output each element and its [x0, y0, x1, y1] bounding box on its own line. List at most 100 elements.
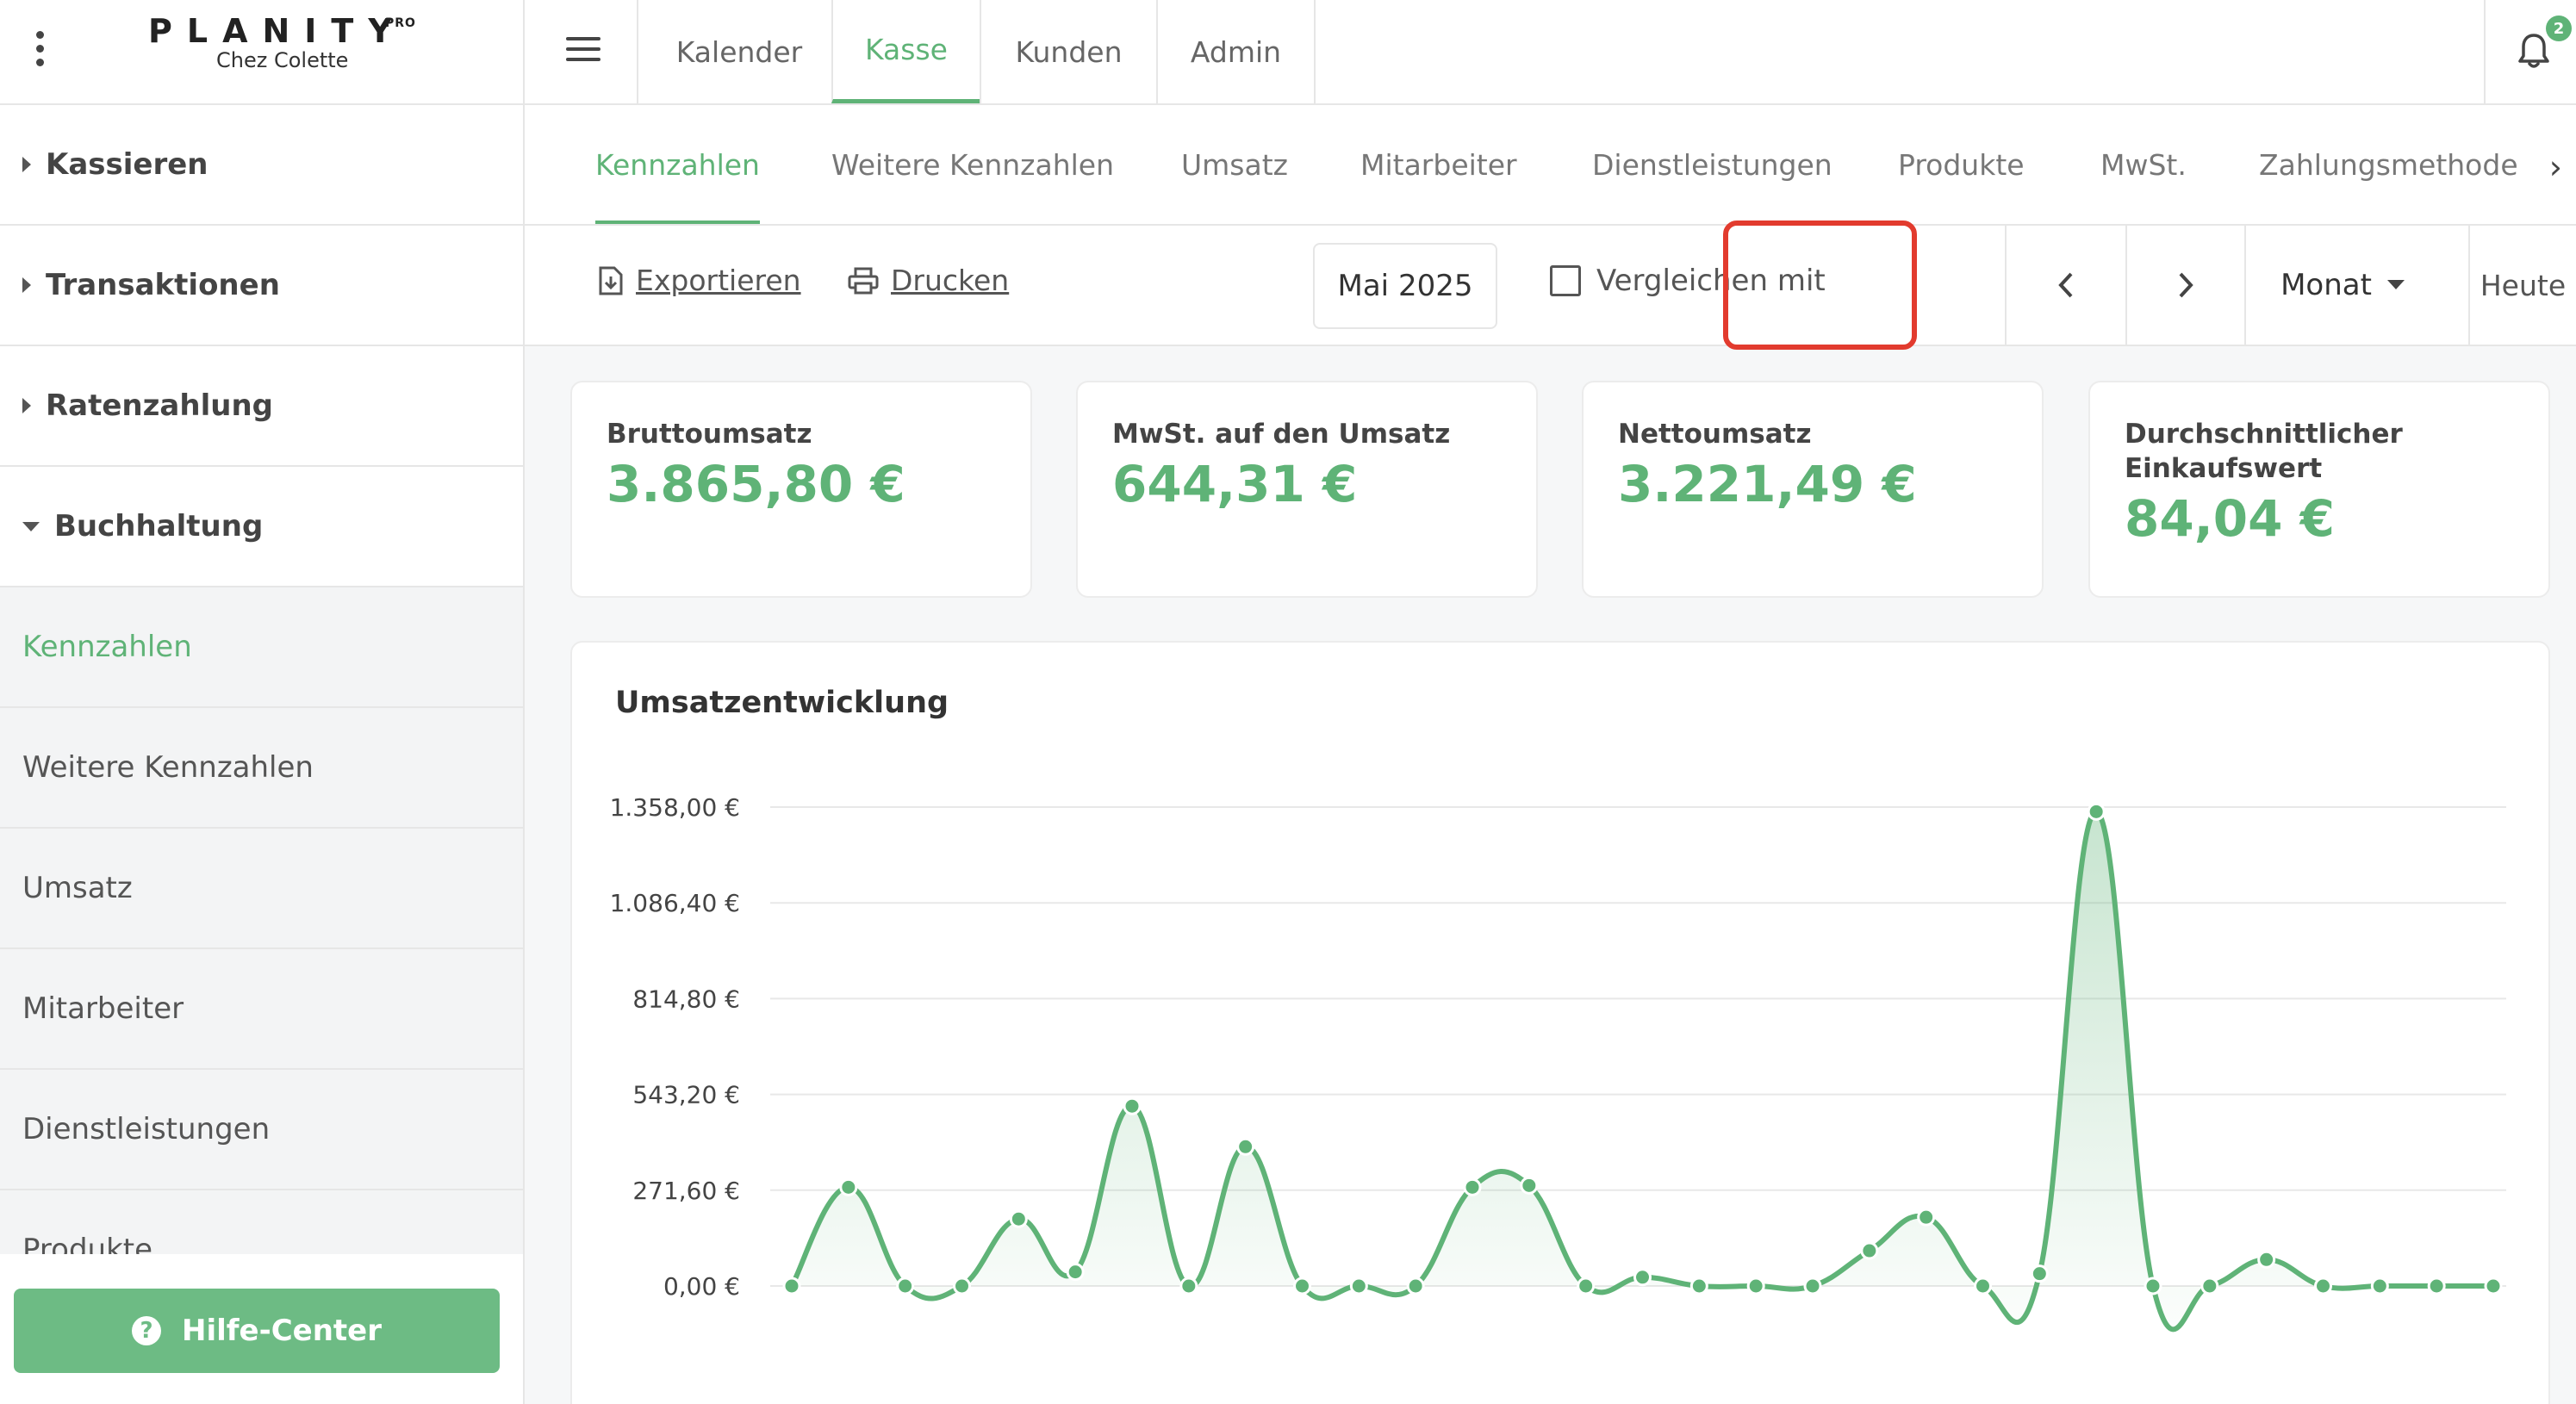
data-point[interactable] — [2257, 1250, 2276, 1269]
kpi-card-average-basket: Durchschnittlicher Einkaufswert 84,04 € — [2088, 381, 2550, 598]
sidebar-group-buchhaltung[interactable]: Buchhaltung — [0, 467, 523, 587]
data-point[interactable] — [1633, 1268, 1652, 1287]
data-point[interactable] — [1236, 1137, 1255, 1156]
data-point[interactable] — [1917, 1208, 1936, 1227]
data-point[interactable] — [1746, 1277, 1765, 1295]
tab-kalender[interactable]: Kalender — [637, 0, 840, 103]
kpi-value: 84,04 € — [2125, 489, 2336, 548]
sidebar-group-transaktionen[interactable]: Transaktionen — [0, 226, 523, 346]
data-point[interactable] — [1349, 1277, 1368, 1295]
data-point[interactable] — [2087, 802, 2106, 821]
data-point[interactable] — [2370, 1277, 2389, 1295]
data-point[interactable] — [1293, 1277, 1311, 1295]
print-button[interactable]: Drucken — [848, 264, 1009, 297]
notification-badge: 2 — [2546, 16, 2572, 41]
period-select[interactable]: Monat — [2245, 226, 2440, 345]
y-tick-label: 543,20 € — [632, 1081, 740, 1109]
print-label: Drucken — [891, 264, 1010, 297]
caret-down-icon — [22, 521, 40, 531]
sidebar-group-label: Transaktionen — [46, 268, 280, 302]
data-point[interactable] — [1406, 1277, 1425, 1295]
data-point[interactable] — [782, 1277, 801, 1295]
more-options-icon[interactable] — [31, 31, 48, 72]
data-point[interactable] — [2484, 1277, 2503, 1295]
menu-icon[interactable] — [566, 37, 600, 63]
chevron-right-icon — [2179, 272, 2193, 298]
data-point[interactable] — [839, 1177, 858, 1196]
kpi-card-vat: MwSt. auf den Umsatz 644,31 € — [1076, 381, 1538, 598]
export-label: Exportieren — [636, 264, 801, 297]
salon-name: Chez Colette — [216, 48, 349, 72]
data-point[interactable] — [1123, 1096, 1142, 1115]
brand-header: PLANITY PRO Chez Colette — [0, 0, 523, 105]
tab-dienstleistungen[interactable]: Dienstleistungen — [1592, 105, 1832, 224]
sidebar-item-umsatz[interactable]: Umsatz — [0, 829, 523, 949]
caret-down-icon — [2386, 280, 2405, 289]
tab-kunden[interactable]: Kunden — [980, 0, 1156, 103]
data-point[interactable] — [1803, 1277, 1822, 1295]
help-area: ? Hilfe-Center — [0, 1254, 523, 1404]
data-point[interactable] — [896, 1277, 915, 1295]
revenue-chart-card: Umsatzentwicklung 0,00 €271,60 €543,20 €… — [570, 641, 2550, 1404]
tab-mwst[interactable]: MwSt. — [2100, 105, 2187, 224]
tab-admin[interactable]: Admin — [1156, 0, 1316, 103]
data-point[interactable] — [1860, 1241, 1879, 1260]
data-point[interactable] — [1066, 1263, 1085, 1282]
sidebar-group-ratenzahlung[interactable]: Ratenzahlung — [0, 346, 523, 467]
period-label: Monat — [2280, 268, 2372, 302]
data-point[interactable] — [2314, 1277, 2332, 1295]
toolbar: Exportieren Drucken Mai 2025 Vergleichen… — [525, 226, 2576, 346]
data-point[interactable] — [953, 1277, 971, 1295]
y-tick-label: 814,80 € — [632, 985, 740, 1013]
data-point[interactable] — [2200, 1277, 2219, 1295]
chevron-right-icon[interactable]: › — [2549, 148, 2562, 186]
date-picker[interactable]: Mai 2025 — [1313, 243, 1497, 329]
tab-produkte[interactable]: Produkte — [1898, 105, 2025, 224]
sidebar-group-kassieren[interactable]: Kassieren — [0, 105, 523, 226]
compare-toggle[interactable]: Vergleichen mit — [1550, 264, 1826, 298]
sidebar: PLANITY PRO Chez Colette Kassieren Trans… — [0, 0, 525, 1404]
today-button[interactable]: Heute — [2468, 226, 2576, 345]
kpi-value: 3.221,49 € — [1618, 455, 1917, 513]
sidebar-item-weitere-kennzahlen[interactable]: Weitere Kennzahlen — [0, 708, 523, 829]
y-tick-label: 271,60 € — [632, 1177, 740, 1205]
data-point[interactable] — [2030, 1264, 2049, 1283]
kpi-label: Bruttoumsatz — [607, 419, 812, 450]
question-icon: ? — [131, 1316, 161, 1345]
tab-umsatz[interactable]: Umsatz — [1181, 105, 1288, 224]
export-button[interactable]: Exportieren — [598, 264, 801, 297]
data-point[interactable] — [1009, 1209, 1028, 1228]
caret-right-icon — [22, 157, 31, 172]
sidebar-item-mitarbeiter[interactable]: Mitarbeiter — [0, 949, 523, 1070]
sidebar-item-dienstleistungen[interactable]: Dienstleistungen — [0, 1070, 523, 1190]
data-point[interactable] — [1974, 1277, 1992, 1295]
data-point[interactable] — [1689, 1277, 1708, 1295]
notifications-button[interactable]: 2 — [2484, 0, 2576, 103]
tab-kennzahlen[interactable]: Kennzahlen — [595, 105, 760, 224]
y-tick-label: 0,00 € — [663, 1272, 740, 1301]
data-point[interactable] — [1463, 1177, 1482, 1196]
help-center-button[interactable]: ? Hilfe-Center — [14, 1289, 500, 1373]
tab-weitere-kennzahlen[interactable]: Weitere Kennzahlen — [831, 105, 1114, 224]
sidebar-item-kennzahlen[interactable]: Kennzahlen — [0, 587, 523, 708]
export-icon — [599, 266, 623, 295]
data-point[interactable] — [2144, 1277, 2162, 1295]
kpi-value: 3.865,80 € — [607, 455, 905, 513]
planity-logo: PLANITY — [148, 12, 407, 50]
chevron-left-icon — [2058, 272, 2073, 298]
revenue-line — [789, 809, 2493, 1333]
previous-period-button[interactable] — [2005, 226, 2125, 345]
data-point[interactable] — [1179, 1277, 1198, 1295]
data-point[interactable] — [1577, 1277, 1596, 1295]
compare-label: Vergleichen mit — [1596, 264, 1826, 298]
next-period-button[interactable] — [2125, 226, 2246, 345]
y-tick-label: 1.086,40 € — [610, 889, 740, 917]
tab-mitarbeiter[interactable]: Mitarbeiter — [1360, 105, 1517, 224]
tab-zahlungsmethoden[interactable]: Zahlungsmethoden — [2259, 105, 2517, 224]
data-point[interactable] — [2427, 1277, 2446, 1295]
kpi-label: Nettoumsatz — [1618, 419, 1812, 450]
tab-kasse[interactable]: Kasse — [831, 0, 980, 103]
sidebar-group-label: Ratenzahlung — [46, 388, 273, 423]
data-point[interactable] — [1520, 1176, 1539, 1195]
compare-checkbox[interactable] — [1550, 265, 1581, 296]
